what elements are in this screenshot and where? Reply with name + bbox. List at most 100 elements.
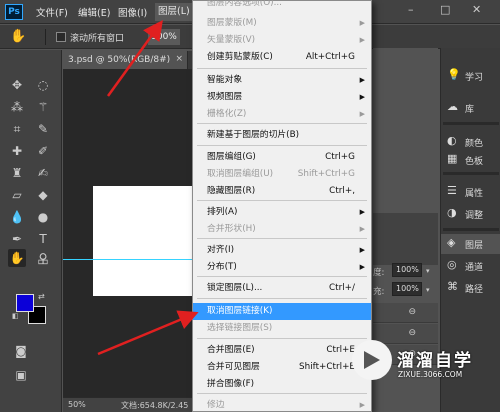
screen-mode-icon[interactable]: ▣ [12,366,30,384]
document-tab[interactable]: 3.psd @ 50%(RGB/8#) × [63,51,188,69]
menu-item-label: 矢量蒙版(V) [207,35,256,45]
dock-item-layers[interactable]: ◈ 图层 [441,234,500,254]
opacity-dropdown-icon[interactable]: ▾ [426,267,430,275]
eyedropper-tool-icon[interactable]: ✎ [34,120,52,138]
dock-item-color[interactable]: ◐ 颜色 [441,132,500,152]
menu-item-label: 智能对象 [207,75,243,85]
menu-image[interactable]: 图像(I) [118,5,147,19]
quick-select-tool-icon[interactable]: ⁂ [8,98,26,116]
minimize-button[interactable]: – [408,3,414,16]
layer-menu-item-0[interactable]: 图层内容选项(O)... [193,0,371,12]
layer-menu-item-15[interactable]: 锁定图层(L)... Ctrl+/ [193,280,371,297]
dodge-tool-icon[interactable]: ● [34,208,52,226]
scroll-all-windows-checkbox[interactable] [56,32,66,42]
window-controls: – □ ✕ [380,0,500,24]
layer-menu-item-2[interactable]: 矢量蒙版(V) ▶ [193,32,371,49]
menu-item-shortcut: Ctrl+E [326,345,355,355]
submenu-arrow-icon: ▶ [359,19,365,27]
menu-file[interactable]: 文件(F) [36,5,68,19]
layer-menu-item-14[interactable]: 分布(T) ▶ [193,259,371,276]
magic-wand-tool-icon[interactable]: ⚚ [34,98,52,116]
guide-line[interactable] [63,259,192,260]
status-zoom[interactable]: 50% [68,400,86,409]
maximize-button[interactable]: □ [440,3,450,16]
library-icon: ☁ [447,100,458,113]
layer-menu-item-19[interactable]: 合并可见图层 Shift+Ctrl+E [193,359,371,376]
layer-row[interactable]: ⊖ [373,303,438,323]
layer-menu-item-11[interactable]: 排列(A) ▶ [193,204,371,221]
layer-menu-item-18[interactable]: 合并图层(E) Ctrl+E [193,342,371,359]
history-brush-tool-icon[interactable]: ✍ [34,164,52,182]
paint-bucket-tool-icon[interactable]: ◆ [34,186,52,204]
layer-menu-item-7[interactable]: 新建基于图层的切片(B) [193,127,371,144]
layer-menu-item-9[interactable]: 取消图层编组(U) Shift+Ctrl+G [193,166,371,183]
dock-item-properties[interactable]: ☰ 属性 [441,182,500,202]
pen-tool-icon[interactable]: ✒ [8,230,26,248]
dock-item-library[interactable]: ☁ 库 [441,98,500,118]
dock-item-adjustments[interactable]: ◑ 调整 [441,204,500,224]
lasso-tool-icon[interactable]: ◌ [34,76,52,94]
layer-menu-item-13[interactable]: 对齐(I) ▶ [193,242,371,259]
type-tool-icon[interactable]: T [34,230,52,248]
menu-separator [197,298,367,299]
close-button[interactable]: ✕ [472,3,481,16]
menu-item-label: 隐藏图层(R) [207,186,256,196]
menu-item-label: 分布(T) [207,262,237,272]
status-document-size: 文档:654.8K/2.45 [121,401,189,410]
menu-item-label: 修边 [207,400,225,410]
document-canvas[interactable] [93,186,192,296]
layer-menu-item-4[interactable]: 智能对象 ▶ [193,72,371,89]
menu-item-shortcut: Ctrl+/ [329,283,355,293]
crop-tool-icon[interactable]: ⌗ [8,120,26,138]
menu-separator [197,145,367,146]
layer-menu-item-20[interactable]: 拼合图像(F) [193,376,371,393]
menu-edit[interactable]: 编辑(E) [78,5,110,19]
layer-menu-item-8[interactable]: 图层编组(G) Ctrl+G [193,149,371,166]
dock-item-channels[interactable]: ◎ 通道 [441,256,500,276]
hand-tool-icon[interactable]: ✋ [8,249,26,267]
close-tab-icon[interactable]: × [175,54,183,64]
submenu-arrow-icon: ▶ [359,93,365,101]
menu-layer[interactable]: 图层(L) [155,3,193,21]
layer-menu-item-16[interactable]: 取消图层链接(K) [193,303,371,320]
properties-icon: ☰ [447,184,457,197]
dock-separator [443,172,499,175]
fill-dropdown-icon[interactable]: ▾ [426,286,430,294]
fill-label: 充: [373,287,385,297]
menu-item-label: 图层内容选项(O)... [207,0,282,8]
move-tool-icon[interactable]: ✥ [8,76,26,94]
healing-brush-tool-icon[interactable]: ✚ [8,142,26,160]
layer-menu-item-1[interactable]: 图层蒙版(M) ▶ [193,15,371,32]
layer-menu-item-5[interactable]: 视频图层 ▶ [193,89,371,106]
hand-tool-preset-icon[interactable]: ✋ [10,29,26,44]
paths-icon: ⌘ [447,280,458,293]
fill-field[interactable]: 100% [392,282,422,296]
quick-mask-icon[interactable]: ◙ [12,342,30,360]
zoom-level-button[interactable]: 100% [148,29,180,45]
channels-icon: ◎ [447,258,457,271]
default-colors-icon[interactable]: ◧ [12,312,19,320]
menu-item-label: 合并形状(H) [207,224,256,234]
swap-colors-icon[interactable]: ⇄ [38,292,45,301]
opacity-field[interactable]: 100% [392,263,422,277]
dock-item-paths[interactable]: ⌘ 路径 [441,278,500,298]
zoom-tool-icon[interactable]: ⚲ [34,249,52,267]
dock-separator [443,122,499,125]
layer-menu-item-12[interactable]: 合并形状(H) ▶ [193,221,371,238]
eraser-tool-icon[interactable]: ▱ [8,186,26,204]
brush-tool-icon[interactable]: ✐ [34,142,52,160]
menu-item-shortcut: Ctrl+G [325,152,355,162]
layer-menu-item-17[interactable]: 选择链接图层(S) [193,320,371,337]
layer-menu-item-10[interactable]: 隐藏图层(R) Ctrl+, [193,183,371,200]
foreground-color-swatch[interactable] [16,294,34,312]
dock-item-swatches[interactable]: ▦ 色板 [441,150,500,170]
layer-menu-item-21[interactable]: 修边 ▶ [193,397,371,412]
submenu-arrow-icon: ▶ [359,246,365,254]
watermark-url: ZIXUE.3066.COM [398,370,463,379]
menu-item-label: 取消图层链接(K) [207,306,273,316]
dock-item-learn[interactable]: 💡 学习 [441,66,500,86]
layer-menu-item-6[interactable]: 栅格化(Z) ▶ [193,106,371,123]
layer-menu-item-3[interactable]: 创建剪贴蒙版(C) Alt+Ctrl+G [193,49,371,66]
clone-stamp-tool-icon[interactable]: ♜ [8,164,26,182]
blur-tool-icon[interactable]: 💧 [8,208,26,226]
